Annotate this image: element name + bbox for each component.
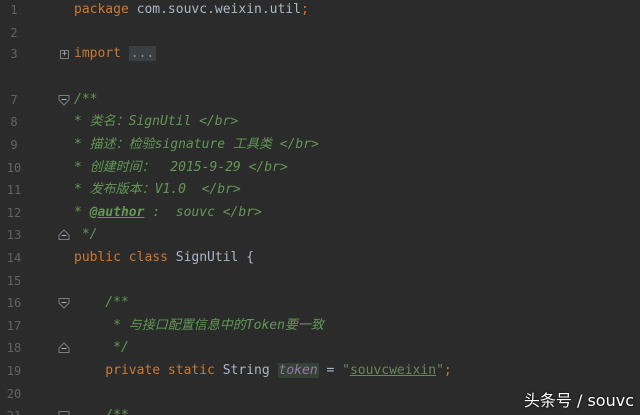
doc-html-tag: </br> [201,182,241,198]
type-string: String [222,363,278,378]
doc-html-tag: </br> [279,137,319,152]
code-line: 17 * 与接口配置信息中的Token要一致 [0,315,640,338]
folded-imports[interactable]: ... [128,46,157,62]
semicolon: ; [301,2,309,17]
watermark: 头条号 / souvc [523,391,634,410]
line-number: 8 [10,115,18,130]
assign-operator: = [318,363,343,378]
doc-html-tag: </br> [222,204,262,220]
code-line: 1 package com.souvc.weixin.util; [0,0,640,22]
line-number: 13 [6,228,22,243]
code-line: 10 * 创建时间： 2015-9-29 </br> [0,157,640,180]
code-line: 12 * @author : souvc </br> [0,202,640,225]
line-number: 9 [10,138,18,152]
doc-html-tag: </br> [248,159,288,175]
keyword-package: package [74,2,137,17]
keyword-import: import [74,46,129,62]
doc-text: * 与接口配置信息中的Token要一致 [74,317,324,333]
field-token[interactable]: token [277,363,319,378]
line-number: 19 [6,364,22,378]
code-line: 18 */ [0,337,640,360]
line-number: 2 [10,25,18,40]
class-name: SignUtil { [175,250,255,265]
fold-expand-icon[interactable]: + [60,50,69,60]
line-number: 15 [6,273,22,288]
doc-text: * 类名：SignUtil [74,114,200,130]
line-number: 7 [10,92,18,107]
keyword-private-static: private static [74,363,223,378]
code-line: 13 */ [0,224,640,247]
code-line: 15 [0,270,640,293]
string-literal: souvcweixin [349,363,437,378]
doc-text: * 创建时间： 2015-9-29 [74,159,249,175]
line-number: 14 [6,251,22,265]
line-number: 11 [6,183,22,198]
doc-star: * [74,204,90,220]
code-line: 2 [0,22,640,45]
line-number: 3 [10,47,18,62]
keyword-public-class: public class [74,250,176,265]
doc-text: * 发布版本：V1.0 [74,182,202,198]
line-number: 12 [6,205,22,220]
code-line: 8 * 类名：SignUtil </br> [0,111,640,134]
line-number: 17 [6,318,22,333]
code-line: 14 public class SignUtil { [0,247,640,270]
doc-html-tag: </br> [199,114,239,130]
javadoc-close: */ [74,340,129,356]
javadoc-open: /** [74,405,129,415]
javadoc-open: /** [74,91,98,107]
code-editor[interactable]: 1 package com.souvc.weixin.util; 2 3 + i… [0,0,640,415]
string-quote: " [342,363,350,378]
semicolon: ; [443,363,452,378]
line-number: 20 [6,386,22,401]
line-number: 21 [0,405,28,415]
javadoc-open: /** [74,295,129,311]
line-number: 1 [10,3,18,17]
code-line: 9 * 描述：检验signature 工具类 </br> [0,134,640,157]
line-number: 16 [6,296,22,311]
code-line: 11 * 发布版本：V1.0 </br> [0,179,640,202]
code-line: 19 private static String token = "souvcw… [0,360,640,383]
line-number: 18 [6,341,22,356]
string-quote: " [436,363,444,378]
package-name: com.souvc.weixin.util [136,2,301,17]
line-number: 10 [6,160,22,175]
author-tag[interactable]: @author [90,205,145,220]
code-line: 3 + import ... [0,43,640,66]
javadoc-close: */ [74,227,98,243]
code-line: 7 /** [0,89,640,112]
doc-text: : souvc [144,204,223,220]
doc-text: * 描述：检验signature 工具类 [74,137,280,152]
code-line: 16 /** [0,292,640,315]
